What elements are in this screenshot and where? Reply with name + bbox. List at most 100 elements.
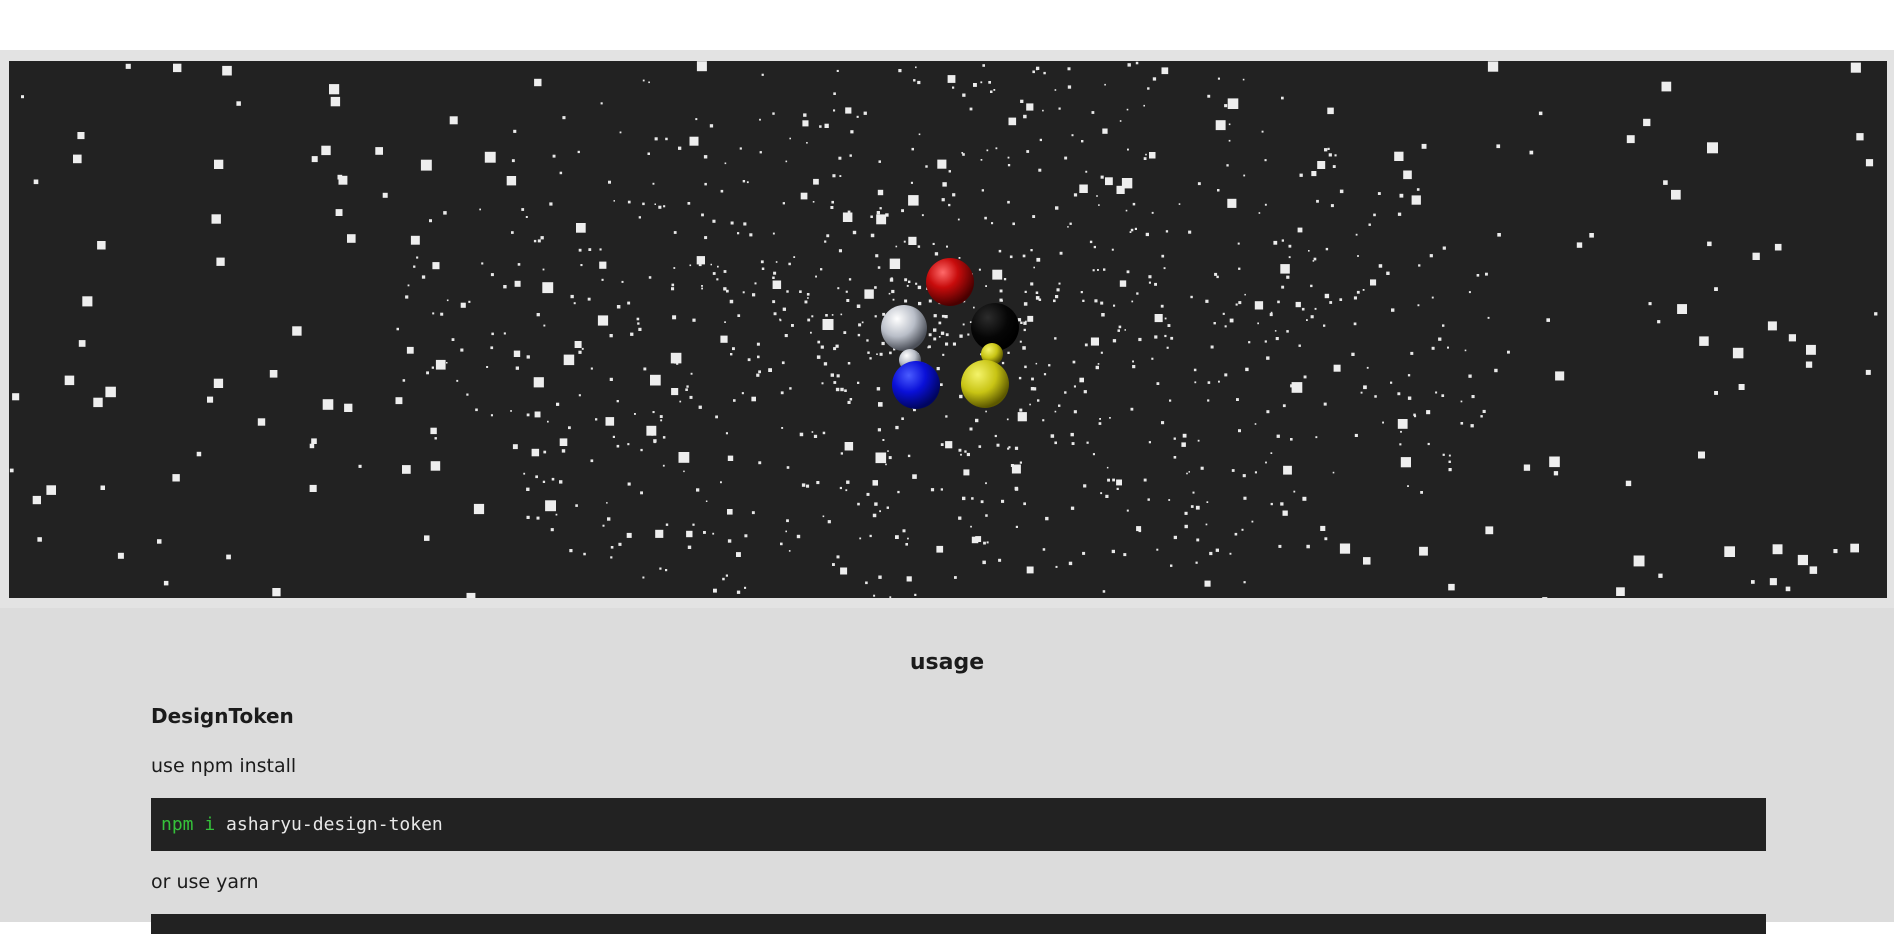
- npm-code-block[interactable]: npm i asharyu-design-token: [151, 798, 1766, 851]
- star: [952, 193, 956, 197]
- star: [1237, 242, 1240, 245]
- star: [1089, 240, 1093, 244]
- star: [969, 321, 972, 323]
- star: [1188, 230, 1192, 234]
- star: [696, 256, 705, 265]
- star: [606, 502, 608, 504]
- star: [1105, 177, 1113, 186]
- star: [980, 81, 983, 84]
- star: [850, 130, 854, 134]
- star: [1229, 552, 1232, 555]
- star: [846, 299, 850, 302]
- star: [618, 542, 622, 546]
- star: [843, 331, 847, 334]
- hero-3d-canvas[interactable]: [9, 61, 1887, 598]
- star: [503, 285, 507, 289]
- star: [1663, 180, 1668, 185]
- star: [933, 337, 937, 341]
- star: [1485, 526, 1494, 535]
- star: [889, 351, 892, 355]
- star: [1152, 77, 1157, 81]
- star: [1205, 299, 1209, 303]
- star: [416, 256, 419, 259]
- star: [1204, 580, 1211, 587]
- star: [1643, 118, 1651, 127]
- star: [1083, 390, 1087, 394]
- star: [932, 242, 935, 245]
- star: [535, 475, 538, 479]
- star: [449, 116, 458, 125]
- star: [1850, 62, 1861, 73]
- star: [671, 283, 675, 287]
- star: [742, 291, 745, 294]
- star: [876, 353, 878, 355]
- star: [1112, 339, 1117, 343]
- star: [638, 216, 641, 219]
- star: [525, 216, 528, 218]
- star: [663, 205, 666, 208]
- star: [1276, 434, 1280, 438]
- star: [1058, 282, 1061, 285]
- star: [1014, 446, 1019, 450]
- star: [1224, 104, 1228, 108]
- star: [819, 125, 822, 128]
- star: [822, 431, 826, 435]
- yarn-code-block[interactable]: [151, 914, 1766, 934]
- star: [1092, 453, 1095, 456]
- star: [1724, 546, 1735, 557]
- star: [547, 420, 549, 423]
- star: [1325, 247, 1329, 251]
- star: [1035, 296, 1040, 300]
- star: [1161, 421, 1165, 425]
- star: [1117, 329, 1120, 332]
- star: [1043, 373, 1047, 376]
- star: [840, 387, 844, 392]
- star: [1391, 308, 1395, 312]
- star: [751, 511, 755, 515]
- star: [1019, 461, 1022, 464]
- star: [1442, 453, 1445, 456]
- star: [869, 357, 872, 360]
- star: [712, 532, 715, 535]
- star: [1366, 366, 1369, 369]
- star: [785, 530, 787, 533]
- star: [1809, 566, 1818, 574]
- star: [812, 201, 815, 203]
- star: [822, 319, 834, 330]
- star: [1363, 385, 1367, 390]
- star: [940, 331, 945, 335]
- star: [746, 181, 749, 184]
- star: [733, 399, 736, 402]
- star: [1865, 369, 1871, 375]
- star: [1147, 498, 1150, 501]
- star: [563, 354, 575, 366]
- star: [925, 165, 928, 168]
- star: [638, 327, 642, 331]
- star: [1243, 496, 1247, 500]
- star: [1147, 87, 1150, 90]
- star: [1339, 298, 1343, 301]
- star: [941, 314, 945, 318]
- star: [817, 340, 821, 344]
- star: [413, 265, 416, 268]
- star: [1243, 581, 1246, 584]
- star: [587, 297, 591, 301]
- star: [1148, 441, 1151, 444]
- star: [568, 426, 571, 430]
- star: [780, 542, 783, 546]
- star: [1143, 157, 1147, 160]
- star: [581, 347, 584, 350]
- star: [985, 514, 988, 517]
- star: [1303, 375, 1307, 379]
- star: [1238, 429, 1241, 433]
- star: [958, 516, 962, 520]
- star: [650, 374, 661, 386]
- star: [1097, 269, 1099, 271]
- star: [665, 523, 669, 526]
- star: [838, 249, 842, 253]
- star: [940, 383, 943, 386]
- star: [33, 179, 39, 185]
- star: [1207, 399, 1210, 402]
- star: [1073, 410, 1077, 414]
- star: [807, 297, 809, 299]
